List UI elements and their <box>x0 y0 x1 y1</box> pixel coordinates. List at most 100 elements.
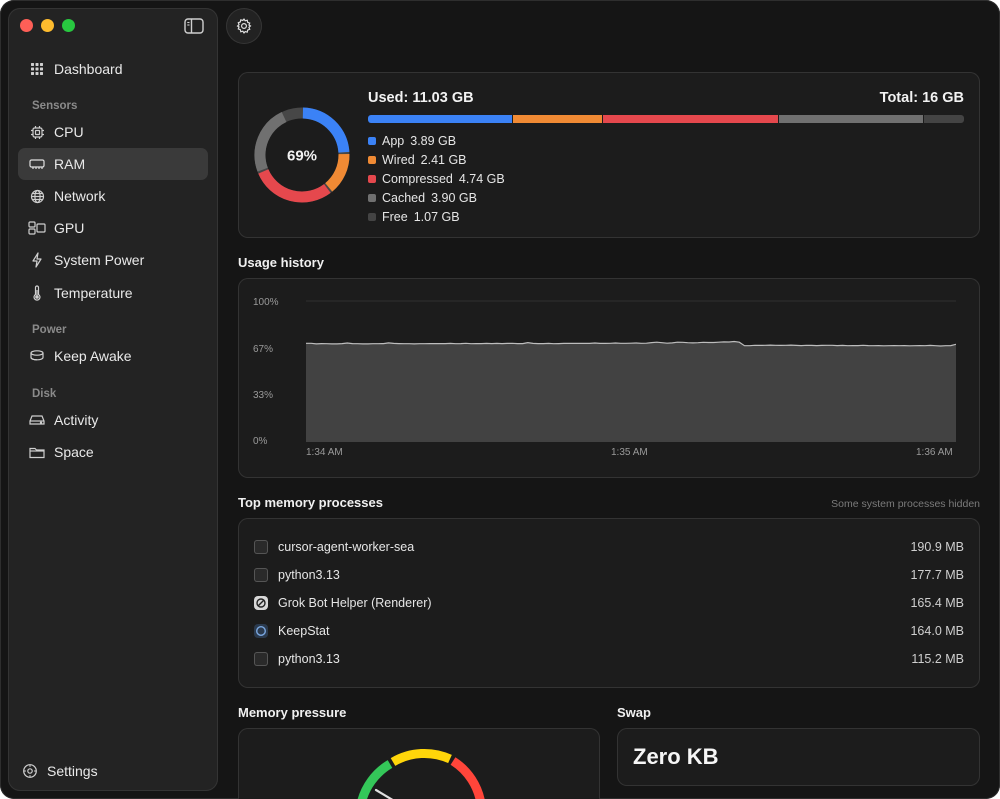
thermometer-icon <box>28 284 46 302</box>
process-row[interactable]: cursor-agent-worker-sea 190.9 MB <box>254 533 964 561</box>
settings-gear-button[interactable] <box>226 8 262 44</box>
bolt-icon <box>28 251 46 269</box>
memory-breakdown-bar <box>368 115 964 123</box>
process-row[interactable]: python3.13 177.7 MB <box>254 561 964 589</box>
process-memory: 115.2 MB <box>911 652 964 666</box>
swap-value: Zero KB <box>633 744 719 769</box>
sidebar-toggle-icon[interactable] <box>184 18 204 34</box>
sidebar-item-label: GPU <box>54 220 85 236</box>
memory-pressure-card <box>238 728 600 799</box>
used-memory-label: Used: 11.03 GB <box>368 90 474 106</box>
legend-free: Free 1.07 GB <box>368 207 505 226</box>
top-processes-title: Top memory processes <box>238 495 383 510</box>
process-memory: 164.0 MB <box>910 624 964 638</box>
process-name: KeepStat <box>278 624 330 638</box>
legend-cached: Cached 3.90 GB <box>368 188 505 207</box>
legend-name: Free <box>382 209 408 224</box>
hidden-processes-hint: Some system processes hidden <box>831 498 980 510</box>
legend-value: 1.07 GB <box>413 209 460 224</box>
sidebar-settings-button[interactable]: Settings <box>22 763 98 779</box>
donut-segment-cached <box>254 112 287 172</box>
sidebar-item-temperature[interactable]: Temperature <box>18 277 208 309</box>
usage-history-chart <box>306 300 956 442</box>
legend-name: App <box>382 133 405 148</box>
legend-swatch <box>368 155 376 164</box>
top-processes-card: cursor-agent-worker-sea 190.9 MB python3… <box>238 518 980 688</box>
cup-icon <box>28 347 46 365</box>
legend-value: 3.90 GB <box>431 190 477 205</box>
terminal-icon <box>254 652 268 666</box>
legend-swatch <box>368 212 376 221</box>
legend-value: 2.41 GB <box>420 152 467 167</box>
sidebar-item-network[interactable]: Network <box>18 180 208 212</box>
swap-title: Swap <box>617 705 651 720</box>
legend-swatch <box>368 193 376 202</box>
sidebar-item-keep-awake[interactable]: Keep Awake <box>18 340 208 372</box>
swap-card: Zero KB <box>617 728 980 786</box>
donut-segment-app <box>302 107 350 153</box>
y-tick-label: 67% <box>253 344 274 355</box>
gpu-icon <box>28 219 46 237</box>
keepstat-app-icon <box>254 624 268 638</box>
app-window: Dashboard Sensors CPU RAM Network GPU Sy… <box>0 0 1000 799</box>
legend-wired: Wired 2.41 GB <box>368 150 505 169</box>
sidebar-item-system-power[interactable]: System Power <box>18 244 208 276</box>
sidebar-item-label: Space <box>54 444 94 460</box>
process-row[interactable]: python3.13 115.2 MB <box>254 645 964 673</box>
memory-pressure-title: Memory pressure <box>238 705 347 720</box>
bar-segment-cached <box>779 115 924 123</box>
process-row[interactable]: KeepStat 164.0 MB <box>254 617 964 645</box>
sidebar-item-label: Dashboard <box>54 61 123 77</box>
ram-percent-label: 69% <box>287 148 317 165</box>
usage-area <box>306 341 956 442</box>
terminal-icon <box>254 540 268 554</box>
process-name: Grok Bot Helper (Renderer) <box>278 596 432 610</box>
close-window-button[interactable] <box>20 19 33 32</box>
y-tick-label: 33% <box>253 390 274 401</box>
legend-compressed: Compressed 4.74 GB <box>368 169 505 188</box>
y-tick-label: 0% <box>253 436 268 447</box>
sidebar-item-label: Activity <box>54 412 99 428</box>
ram-summary-card: 69% Used: 11.03 GB Total: 16 GB App 3.89 … <box>238 72 980 238</box>
legend-name: Cached <box>382 190 426 205</box>
bar-segment-wired <box>512 115 602 123</box>
x-tick-label: 1:34 AM <box>306 447 343 458</box>
minimize-window-button[interactable] <box>41 19 54 32</box>
sidebar-item-space[interactable]: Space <box>18 436 208 468</box>
sidebar-item-activity[interactable]: Activity <box>18 404 208 436</box>
bar-segment-app <box>368 115 512 123</box>
process-memory: 190.9 MB <box>910 540 964 554</box>
process-name: python3.13 <box>278 652 340 666</box>
memory-legend: App 3.89 GB Wired 2.41 GB Compressed 4.74 G… <box>368 131 505 226</box>
settings-label: Settings <box>47 763 98 779</box>
sidebar-item-gpu[interactable]: GPU <box>18 212 208 244</box>
sidebar-item-cpu[interactable]: CPU <box>18 116 208 148</box>
grid-icon <box>28 60 46 78</box>
zoom-window-button[interactable] <box>62 19 75 32</box>
ram-usage-donut: 69% <box>254 107 350 203</box>
sidebar-item-ram[interactable]: RAM <box>18 148 208 180</box>
legend-name: Compressed <box>382 171 453 186</box>
process-memory: 177.7 MB <box>910 568 964 582</box>
process-memory: 165.4 MB <box>910 596 964 610</box>
bar-segment-free <box>924 115 964 123</box>
grok-app-icon <box>254 596 268 610</box>
sidebar-item-label: Network <box>54 188 106 204</box>
section-label-power: Power <box>32 324 67 336</box>
y-tick-label: 100% <box>253 297 279 308</box>
sidebar-item-dashboard[interactable]: Dashboard <box>18 53 208 85</box>
process-row[interactable]: Grok Bot Helper (Renderer) 165.4 MB <box>254 589 964 617</box>
sidebar: Dashboard Sensors CPU RAM Network GPU Sy… <box>8 8 218 791</box>
gauge-needle <box>374 788 394 799</box>
window-controls <box>20 19 75 32</box>
process-name: cursor-agent-worker-sea <box>278 540 415 554</box>
sidebar-item-label: Keep Awake <box>54 348 132 364</box>
sidebar-item-label: RAM <box>54 156 86 172</box>
total-memory-label: Total: 16 GB <box>879 90 964 106</box>
section-label-disk: Disk <box>32 388 57 400</box>
folder-icon <box>28 443 46 461</box>
legend-value: 4.74 GB <box>458 171 505 186</box>
pressure-gauge <box>357 749 485 799</box>
x-tick-label: 1:36 AM <box>916 447 953 458</box>
chip-icon <box>28 123 46 141</box>
